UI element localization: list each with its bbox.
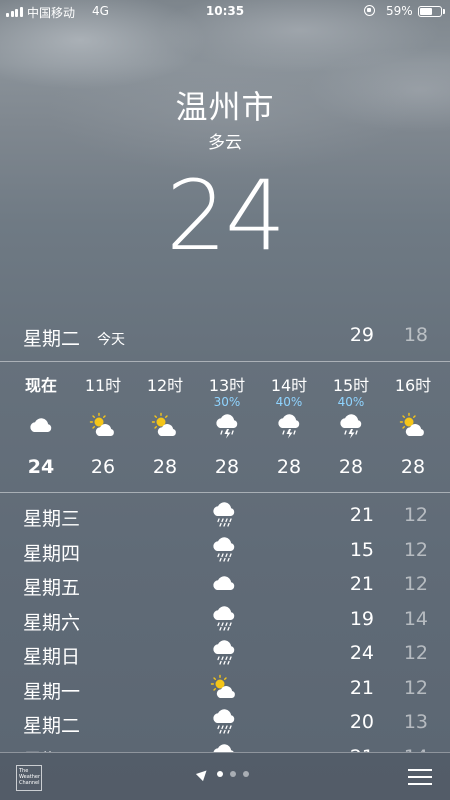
daily-day: 星期三	[23, 508, 81, 530]
thunderstorm-icon	[275, 412, 303, 440]
daily-row: 星期二 20 13	[0, 705, 450, 739]
daily-high: 24	[349, 642, 374, 664]
daily-row: 星期五 21 12	[0, 567, 450, 601]
current-temperature: 24	[165, 160, 286, 272]
partly-cloudy-icon	[151, 412, 179, 440]
city-name: 温州市	[175, 88, 275, 126]
page-dot[interactable]	[217, 771, 223, 777]
hourly-temp: 28	[152, 456, 178, 478]
orientation-lock-icon	[364, 5, 375, 16]
daily-row: 星期三 21 12	[0, 498, 450, 532]
rain-icon	[210, 708, 238, 736]
daily-low: 12	[403, 573, 428, 595]
precip-chance: 30%	[213, 395, 241, 409]
rain-icon	[210, 639, 238, 667]
hourly-temp: 24	[27, 456, 55, 478]
divider	[0, 492, 450, 493]
today-day: 星期二	[23, 328, 81, 350]
daily-high: 20	[349, 711, 374, 733]
rain-icon	[210, 501, 238, 529]
hourly-item: 16时 28	[382, 362, 444, 492]
daily-high: 21	[349, 504, 374, 526]
city-list-icon[interactable]	[408, 769, 432, 790]
location-arrow-icon	[195, 766, 211, 782]
daily-low: 12	[403, 642, 428, 664]
partly-cloudy-icon	[210, 674, 238, 702]
hourly-temp: 28	[276, 456, 302, 478]
hourly-time: 13时	[208, 376, 246, 395]
hourly-item: 15时 40% 28	[320, 362, 382, 492]
rain-icon	[210, 536, 238, 564]
daily-day: 星期日	[23, 646, 81, 668]
daily-low: 12	[403, 504, 428, 526]
status-time: 10:35	[205, 4, 245, 18]
daily-row: 星期日 24 12	[0, 636, 450, 670]
page-dot[interactable]	[243, 771, 249, 777]
daily-row: 星期一 21 12	[0, 671, 450, 705]
daily-high: 19	[349, 607, 374, 630]
daily-row: 星期四 15 12	[0, 533, 450, 567]
daily-day: 星期二	[23, 715, 81, 737]
precip-chance: 40%	[275, 395, 303, 409]
hourly-item: 11时 26	[72, 362, 134, 492]
hourly-time: 现在	[24, 376, 57, 395]
weather-channel-logo[interactable]: The Weather Channel	[16, 765, 42, 791]
rain-icon	[210, 605, 238, 633]
hourly-time: 11时	[84, 376, 122, 395]
status-bar: 中国移动 4G 10:35 59%	[0, 0, 450, 22]
hourly-forecast[interactable]: 现在 24 11时 26 12时 28 13时 30% 28 14时 40% 28 15时 40% 28 16…	[0, 362, 450, 492]
daily-low: 14	[403, 607, 428, 630]
hourly-item: 现在 24	[10, 362, 72, 492]
daily-row: 星期三2114	[0, 740, 450, 752]
daily-high: 21	[349, 573, 374, 595]
today-row: 星期二 今天 29 18	[0, 318, 450, 358]
partly-cloudy-icon	[399, 412, 427, 440]
today-low: 18	[403, 324, 428, 346]
hourly-item: 13时 30% 28	[196, 362, 258, 492]
hourly-time: 12时	[146, 376, 184, 395]
battery-icon	[418, 6, 442, 17]
weather-condition: 多云	[208, 133, 242, 153]
daily-day: 星期一	[23, 680, 81, 703]
page-indicator[interactable]	[195, 766, 249, 782]
precip-chance: 40%	[337, 395, 365, 409]
hourly-temp: 28	[400, 456, 426, 478]
thunderstorm-icon	[213, 412, 241, 440]
daily-high: 21	[349, 676, 374, 699]
today-high: 29	[349, 324, 374, 346]
daily-low: 12	[403, 676, 428, 699]
hourly-item: 14时 40% 28	[258, 362, 320, 492]
daily-row: 星期六 19 14	[0, 602, 450, 636]
page-dot[interactable]	[230, 771, 236, 777]
partly-cloudy-icon	[89, 412, 117, 440]
hourly-temp: 26	[90, 456, 116, 478]
cloud-icon	[27, 412, 55, 440]
hourly-time: 14时	[270, 376, 308, 395]
cloud-icon	[210, 570, 238, 598]
hourly-time: 16时	[394, 376, 432, 395]
daily-day: 星期五	[23, 577, 81, 599]
hourly-time: 15时	[332, 376, 370, 395]
hourly-temp: 28	[214, 456, 240, 478]
today-label: 今天	[97, 332, 125, 348]
daily-day: 星期四	[23, 542, 81, 565]
daily-low: 12	[403, 538, 428, 561]
daily-high: 15	[349, 538, 374, 561]
rain-icon	[210, 743, 238, 752]
daily-low: 13	[403, 711, 428, 733]
hourly-temp: 28	[338, 456, 364, 478]
daily-forecast[interactable]: 星期三 21 12 星期四 15 12 星期五 21 12 星期六 19 14 星期日 24 12 星期一 21…	[0, 498, 450, 752]
battery-percentage: 59%	[386, 4, 413, 18]
bottom-toolbar: The Weather Channel	[0, 752, 450, 800]
hourly-item: 12时 28	[134, 362, 196, 492]
daily-day: 星期六	[23, 611, 81, 634]
thunderstorm-icon	[337, 412, 365, 440]
